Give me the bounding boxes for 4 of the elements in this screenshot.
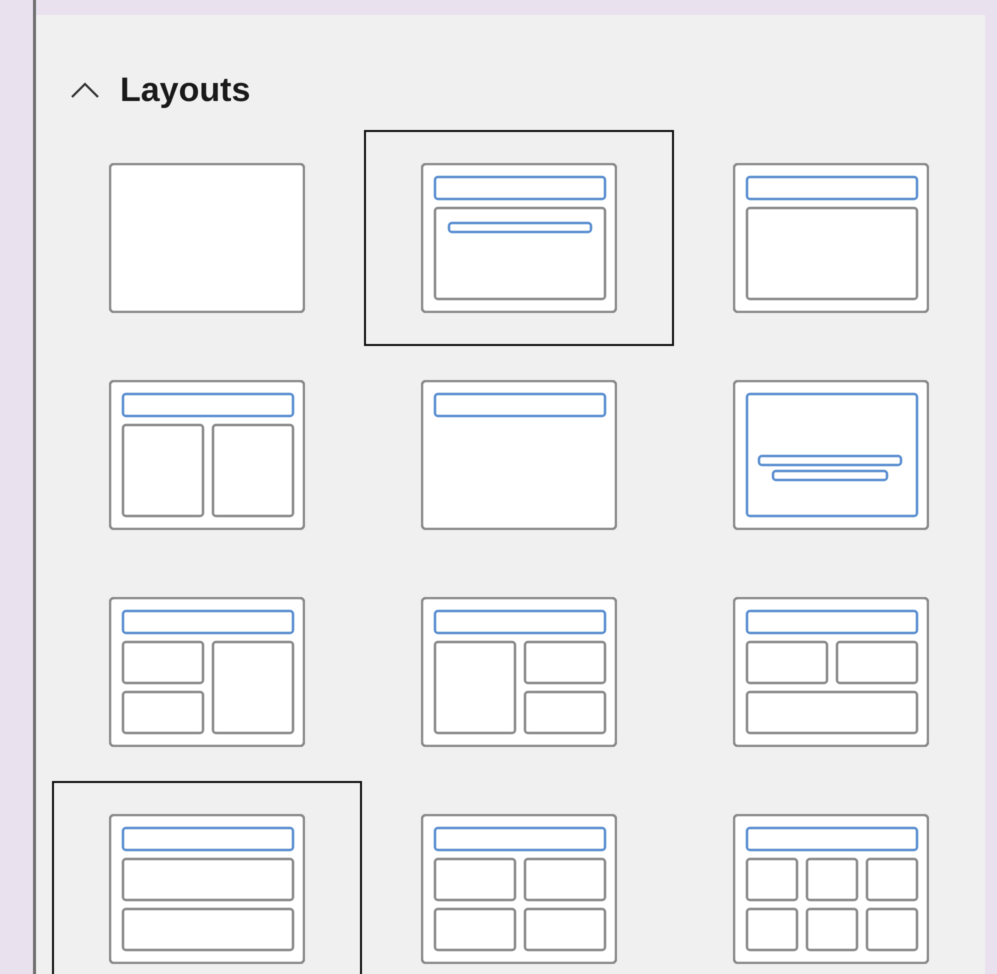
layouts-section-toggle[interactable]: Layouts	[70, 70, 250, 110]
chevron-up-icon	[70, 81, 100, 99]
layout-option[interactable]	[364, 130, 674, 346]
layout-option[interactable]	[52, 781, 362, 974]
